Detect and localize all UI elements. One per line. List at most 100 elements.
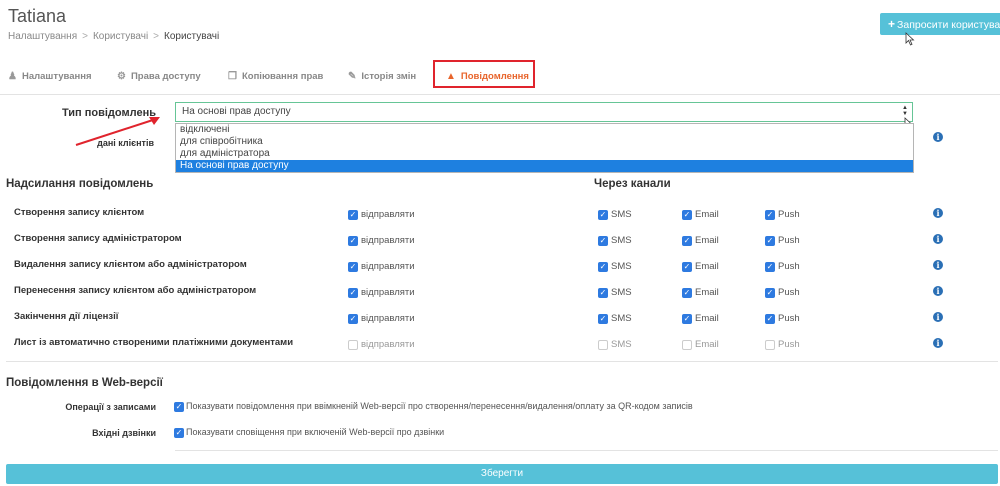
- send-checkbox[interactable]: ✓: [348, 288, 358, 298]
- email-checkbox-label: Email: [695, 313, 719, 324]
- send-checkbox[interactable]: ✓: [348, 236, 358, 246]
- push-checkbox-label: Push: [778, 287, 800, 298]
- sms-checkbox[interactable]: ✓: [598, 236, 608, 246]
- email-checkbox-label: Email: [695, 287, 719, 298]
- web-operations-text: Показувати повідомлення при ввімкненій W…: [186, 401, 693, 411]
- email-checkbox-label: Email: [695, 235, 719, 246]
- email-checkbox-label: Email: [695, 339, 719, 350]
- info-icon[interactable]: i: [933, 208, 943, 218]
- breadcrumb-item[interactable]: Налаштування: [8, 31, 77, 42]
- email-checkbox[interactable]: ✓: [682, 236, 692, 246]
- select-value: На основі прав доступу: [182, 106, 291, 117]
- highlight-box: [433, 60, 535, 88]
- user-icon: ♟: [8, 71, 17, 82]
- email-checkbox[interactable]: ✓: [682, 340, 692, 350]
- sms-checkbox[interactable]: ✓: [598, 210, 608, 220]
- plus-icon: +: [888, 17, 896, 31]
- email-checkbox[interactable]: ✓: [682, 262, 692, 272]
- send-checkbox-label: відправляти: [361, 287, 415, 298]
- web-calls-label: Вхідні дзвінки: [92, 428, 156, 438]
- breadcrumb-current: Користувачі: [164, 31, 220, 42]
- sending-section-title: Надсилання повідомлень: [6, 178, 154, 190]
- send-checkbox[interactable]: ✓: [348, 314, 358, 324]
- push-checkbox[interactable]: ✓: [765, 340, 775, 350]
- sms-checkbox[interactable]: ✓: [598, 340, 608, 350]
- sms-checkbox[interactable]: ✓: [598, 288, 608, 298]
- tab-label: Копіювання прав: [241, 71, 324, 82]
- tabs-divider: [0, 94, 1000, 95]
- send-checkbox-label: відправляти: [361, 339, 415, 350]
- push-checkbox[interactable]: ✓: [765, 210, 775, 220]
- push-checkbox-label: Push: [778, 209, 800, 220]
- breadcrumb-item[interactable]: Користувачі: [93, 31, 148, 42]
- push-checkbox[interactable]: ✓: [765, 236, 775, 246]
- web-operations-label: Операції з записами: [65, 402, 156, 412]
- dropdown-option-selected[interactable]: На основі прав доступу: [176, 160, 913, 172]
- info-icon[interactable]: i: [933, 234, 943, 244]
- push-checkbox[interactable]: ✓: [765, 314, 775, 324]
- breadcrumb-separator: >: [82, 31, 88, 42]
- web-operations-checkbox[interactable]: ✓: [174, 402, 184, 412]
- edit-icon: ✎: [348, 71, 357, 82]
- email-checkbox[interactable]: ✓: [682, 288, 692, 298]
- dropdown-option[interactable]: відключені: [176, 124, 913, 136]
- push-checkbox[interactable]: ✓: [765, 262, 775, 272]
- dropdown-option[interactable]: для співробітника: [176, 136, 913, 148]
- email-checkbox-label: Email: [695, 261, 719, 272]
- sms-checkbox-label: SMS: [611, 235, 632, 246]
- send-checkbox-label: відправляти: [361, 313, 415, 324]
- send-checkbox-label: відправляти: [361, 261, 415, 272]
- info-icon[interactable]: i: [933, 286, 943, 296]
- push-checkbox-label: Push: [778, 235, 800, 246]
- tab-label: Історія змін: [361, 71, 417, 82]
- section-divider: [6, 361, 998, 362]
- info-icon[interactable]: i: [933, 338, 943, 348]
- send-checkbox-label: відправляти: [361, 209, 415, 220]
- event-label: Видалення запису клієнтом або адміністра…: [14, 259, 247, 270]
- send-checkbox[interactable]: ✓: [348, 340, 358, 350]
- tab-access-rights[interactable]: ⚙ Права доступу: [117, 71, 201, 82]
- select-arrows-icon: ▲ ▼: [902, 105, 908, 117]
- mouse-cursor-icon: [905, 32, 915, 46]
- page-title: Tatiana: [8, 6, 67, 26]
- send-checkbox[interactable]: ✓: [348, 210, 358, 220]
- send-checkbox-label: відправляти: [361, 235, 415, 246]
- gears-icon: ⚙: [117, 71, 126, 82]
- sms-checkbox-label: SMS: [611, 209, 632, 220]
- tab-copy-rights[interactable]: ❐ Копіювання прав: [228, 71, 323, 82]
- web-divider: [175, 450, 998, 451]
- web-section-title: Повідомлення в Web-версії: [6, 377, 163, 389]
- info-icon[interactable]: i: [933, 260, 943, 270]
- notification-type-dropdown[interactable]: відключені для співробітника для адмініс…: [175, 123, 914, 173]
- web-calls-checkbox[interactable]: ✓: [174, 428, 184, 438]
- sms-checkbox[interactable]: ✓: [598, 262, 608, 272]
- sms-checkbox-label: SMS: [611, 287, 632, 298]
- tab-change-history[interactable]: ✎ Історія змін: [348, 71, 416, 82]
- copy-icon: ❐: [228, 71, 237, 82]
- tab-settings[interactable]: ♟ Налаштування: [8, 71, 92, 82]
- save-button[interactable]: Зберегти: [6, 464, 998, 484]
- event-label: Лист із автоматично створеними платіжним…: [14, 337, 294, 348]
- channels-title: Через канали: [594, 178, 671, 190]
- event-label: Створення запису адміністратором: [14, 233, 182, 244]
- push-checkbox-label: Push: [778, 339, 800, 350]
- email-checkbox[interactable]: ✓: [682, 314, 692, 324]
- event-label: Закінчення дії ліцензії: [14, 311, 119, 322]
- red-arrow-annotation: [75, 117, 160, 146]
- breadcrumb-separator: >: [153, 31, 160, 42]
- push-checkbox[interactable]: ✓: [765, 288, 775, 298]
- invite-users-button[interactable]: +Запросити користувачів: [880, 13, 1000, 35]
- send-checkbox[interactable]: ✓: [348, 262, 358, 272]
- notification-type-select[interactable]: На основі прав доступу ▲ ▼: [175, 102, 913, 122]
- sms-checkbox[interactable]: ✓: [598, 314, 608, 324]
- info-icon[interactable]: i: [933, 132, 943, 142]
- email-checkbox[interactable]: ✓: [682, 210, 692, 220]
- dropdown-option[interactable]: для адміністратора: [176, 148, 913, 160]
- event-label: Перенесення запису клієнтом або адмініст…: [14, 285, 257, 296]
- sms-checkbox-label: SMS: [611, 339, 632, 350]
- tab-label: Права доступу: [130, 71, 201, 82]
- email-checkbox-label: Email: [695, 209, 719, 220]
- info-icon[interactable]: i: [933, 312, 943, 322]
- invite-users-label: Запросити користувачів: [897, 19, 1000, 31]
- push-checkbox-label: Push: [778, 261, 800, 272]
